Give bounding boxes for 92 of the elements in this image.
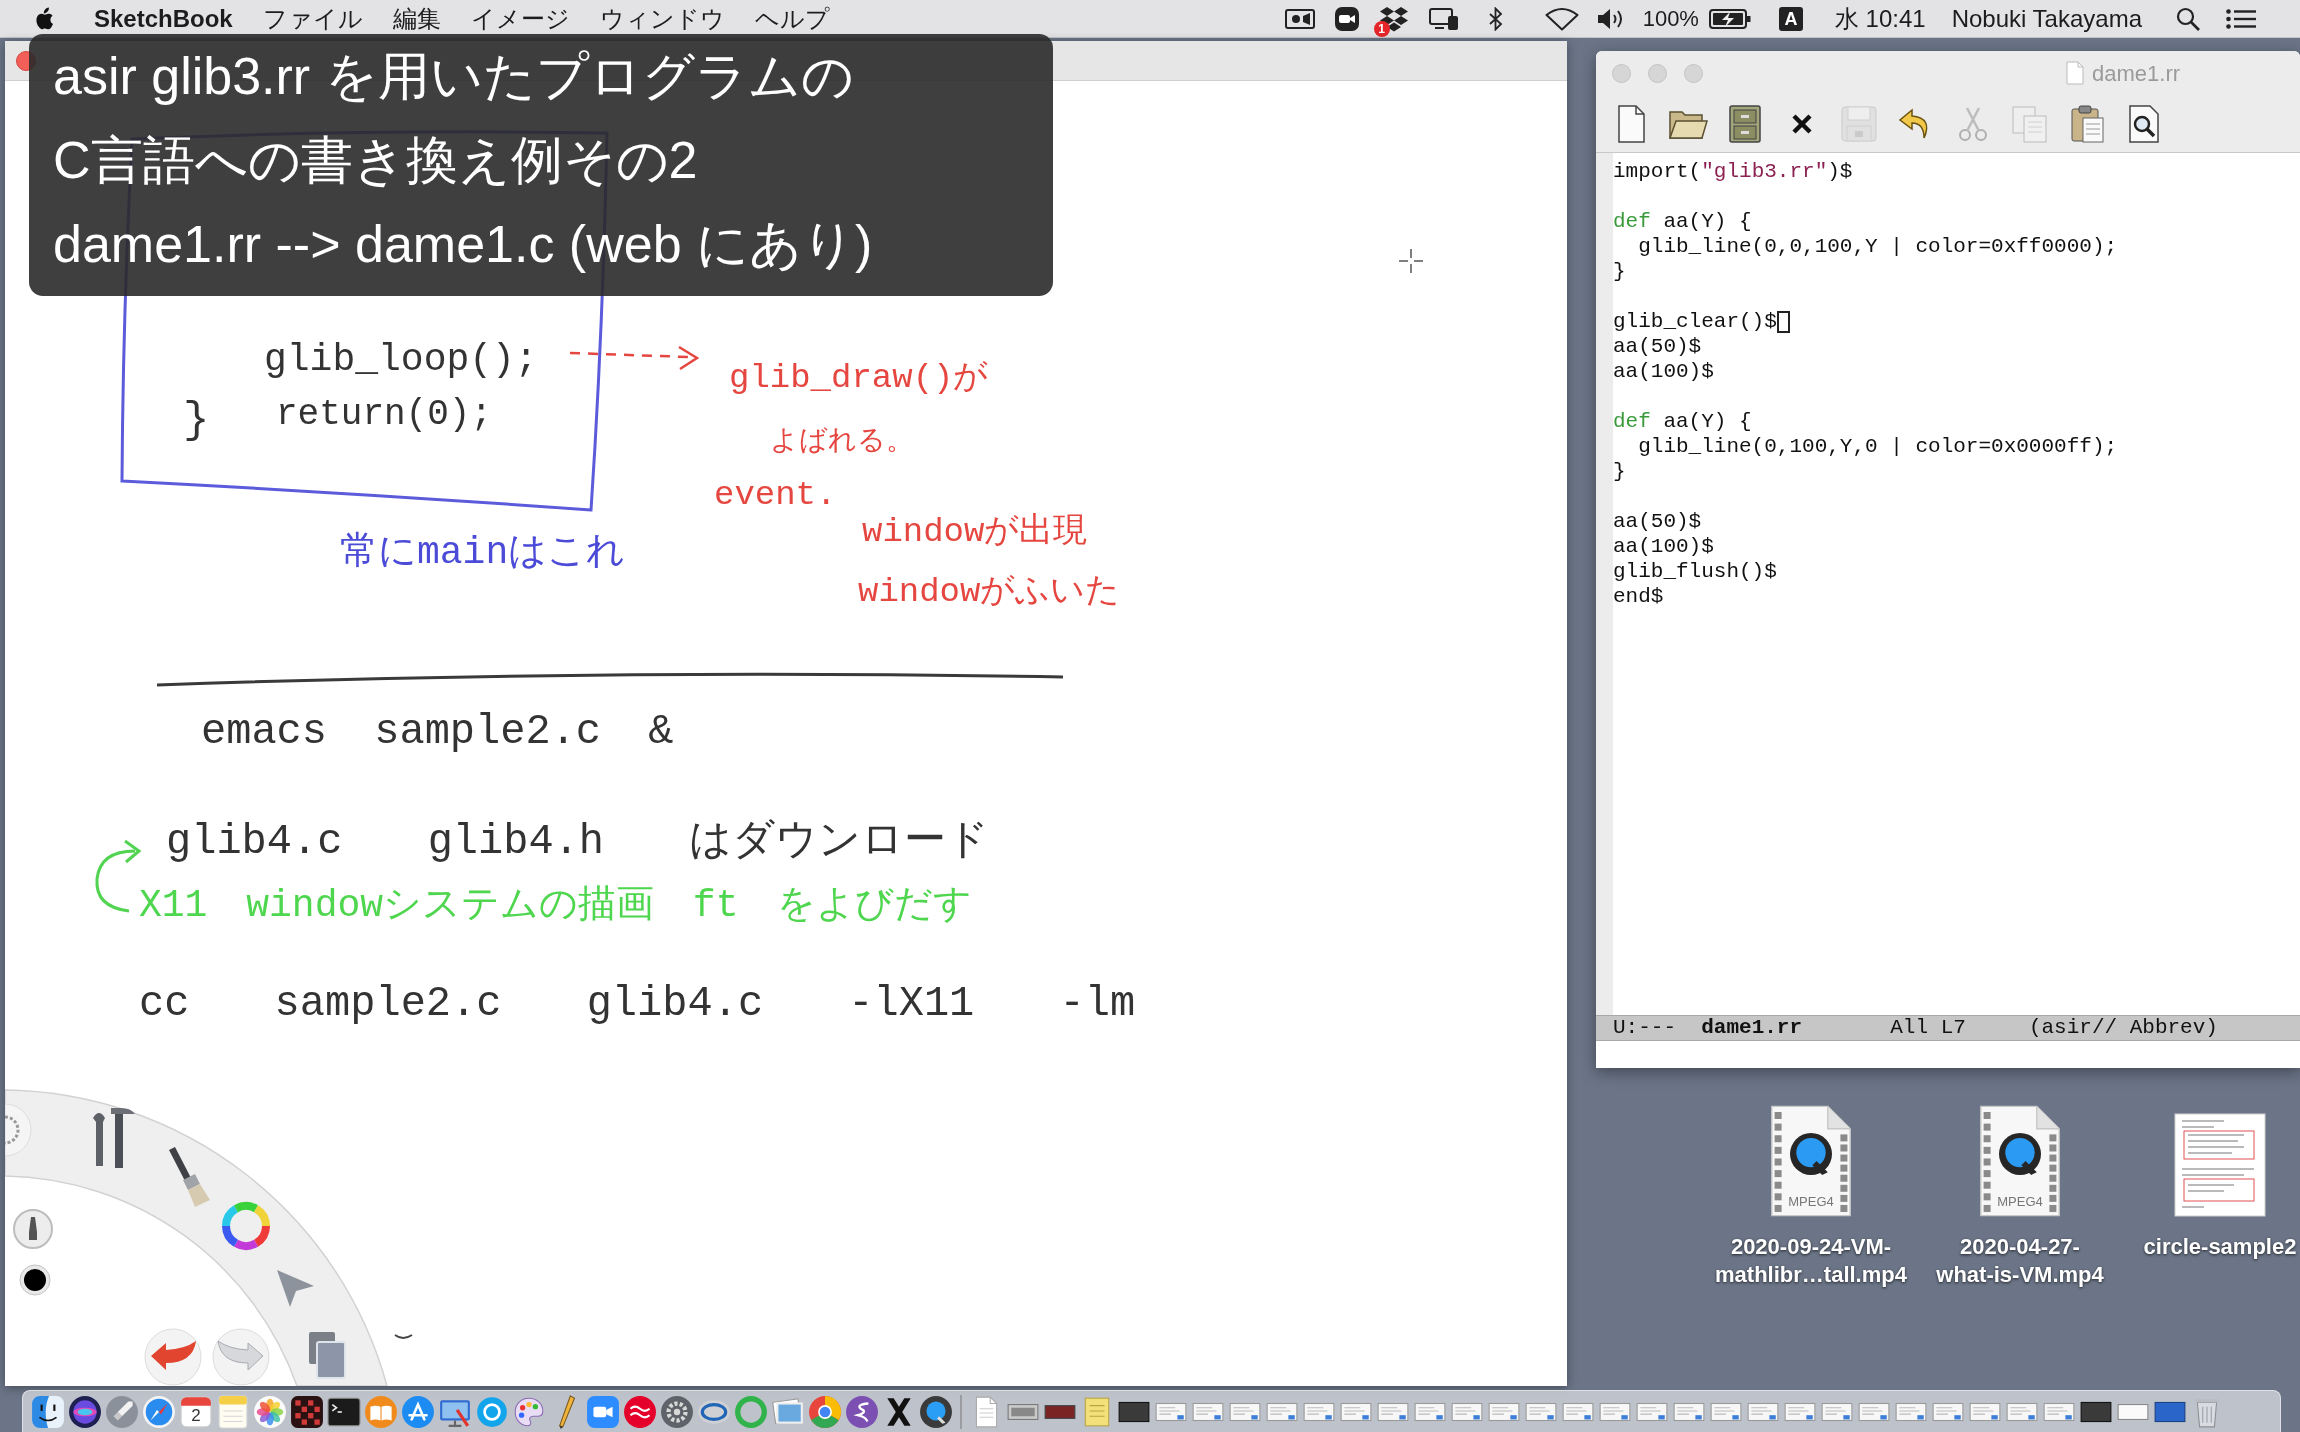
tools-icon[interactable]	[93, 1108, 135, 1168]
handwritten-note: windowが出現	[862, 512, 1088, 552]
layers-icon[interactable]	[309, 1332, 346, 1379]
code-line: glib_line(0,0,100,Y | color=0xff0000);	[1637, 234, 2118, 259]
file-type-label: MPEG4	[1997, 1195, 2043, 1209]
caption-line: C言語への書き換え例その2	[53, 130, 698, 191]
battery-percentage: 100%	[1642, 6, 1699, 31]
code-line: import("glib3.rr")$	[1613, 159, 1853, 184]
a-shape-icon[interactable]	[401, 1394, 435, 1429]
handwritten-note: glib_draw()が	[729, 358, 989, 398]
menu-item[interactable]: ヘルプ	[754, 6, 830, 31]
video-camera-icon[interactable]	[1334, 6, 1359, 31]
wifi-icon[interactable]	[1544, 6, 1579, 31]
window-title: dame1.rr	[2092, 59, 2181, 88]
calendar-icon[interactable]	[179, 1394, 213, 1429]
handwritten-note: X11 windowシステムの描画 ft をよびだす	[139, 884, 973, 928]
code-line: def aa(Y) {	[1613, 209, 1752, 234]
code-line: aa(100)$	[1613, 534, 1714, 559]
gear-icon[interactable]	[5, 1103, 32, 1157]
list-icon[interactable]	[2226, 8, 2256, 29]
minibuffer-field[interactable]	[1596, 1041, 2300, 1068]
undo-button[interactable]	[144, 1328, 202, 1386]
code-line: }	[1613, 459, 1626, 484]
search-icon[interactable]	[2176, 6, 2200, 31]
caption-line: asir glib3.rr を用いたプログラムの	[53, 46, 854, 107]
compass-icon[interactable]	[142, 1394, 176, 1429]
calendar-date: 2	[191, 1405, 201, 1426]
handwritten-note: }	[183, 395, 210, 445]
code-line: glib_flush()$	[1613, 559, 1777, 584]
brush-icon[interactable]	[169, 1147, 210, 1207]
color-wheel-icon[interactable]	[222, 1202, 270, 1250]
document-icon	[2066, 61, 2084, 85]
handwritten-note: 常にmainはこれ	[340, 531, 626, 575]
handwritten-note: windowがふいた	[858, 572, 1121, 612]
apple-icon[interactable]	[34, 6, 54, 31]
camera-icon[interactable]	[1284, 6, 1315, 31]
flower-icon[interactable]	[253, 1394, 287, 1429]
file-name-label: 2020-04-27- what-is-VM.mp4	[1936, 1233, 2104, 1289]
video-file-icon[interactable]	[1768, 1105, 1854, 1217]
gear-icon[interactable]	[660, 1394, 694, 1429]
code-line: aa(50)$	[1613, 334, 1702, 359]
redo-icon	[217, 1340, 264, 1371]
app-menu[interactable]: SketchBook	[94, 6, 233, 31]
caption-line: dame1.rr --> dame1.c (web にあり)	[53, 214, 873, 275]
handwritten-note: event.	[714, 475, 837, 515]
menu-item[interactable]: 編集	[392, 6, 441, 31]
battery-icon[interactable]	[1708, 7, 1751, 30]
ink-stroke	[394, 1334, 413, 1339]
code-line: aa(100)$	[1613, 359, 1714, 384]
bluetooth-icon[interactable]	[1488, 6, 1503, 31]
face-icon[interactable]	[31, 1394, 65, 1429]
handwritten-note: glib4.c glib4.h はダウンロード	[166, 818, 990, 866]
code-line: aa(50)$	[1613, 509, 1702, 534]
menu-item[interactable]: ウィンドウ	[599, 6, 725, 31]
crosshair-icon	[1398, 248, 1424, 274]
undo-icon	[151, 1341, 196, 1370]
handwritten-note: emacs sample2.c &	[201, 708, 674, 756]
waves-icon[interactable]	[623, 1394, 657, 1429]
orb-icon[interactable]	[68, 1394, 102, 1429]
video-file-icon[interactable]	[1977, 1105, 2063, 1217]
input-source-indicator[interactable]: A	[1778, 6, 1803, 31]
diamonds-icon[interactable]	[1378, 5, 1409, 32]
color-swatch-icon[interactable]	[19, 1264, 51, 1296]
user-name[interactable]: Nobuki Takayama	[1951, 6, 2142, 31]
handwritten-note: glib_loop();	[264, 338, 538, 382]
wheel-icon[interactable]	[808, 1394, 842, 1429]
pen-icon	[29, 1217, 37, 1240]
menu-item[interactable]: イメージ	[470, 6, 570, 31]
file-name-label: 2020-09-24-VM- mathlibr…tall.mp4	[1715, 1233, 1907, 1289]
menu-item[interactable]: ファイル	[262, 6, 363, 31]
grid-icon[interactable]	[290, 1394, 324, 1429]
pen-button[interactable]	[13, 1209, 53, 1249]
code-line: glib_line(0,100,Y,0 | color=0x0000ff);	[1637, 434, 2118, 459]
bubble-icon[interactable]	[475, 1394, 509, 1429]
code-line: }	[1613, 259, 1626, 284]
swirl-icon[interactable]	[845, 1394, 879, 1429]
volume-icon[interactable]	[1596, 6, 1625, 31]
handwritten-note: cc sample2.c glib4.c -lX11 -lm	[139, 980, 1136, 1028]
handwritten-note: return(0);	[276, 394, 493, 436]
file-name-label: circle-sample2	[2143, 1233, 2297, 1261]
handwritten-note: よばれる。	[770, 425, 914, 459]
notification-badge: 1	[1373, 20, 1390, 37]
lens-icon[interactable]	[919, 1394, 953, 1429]
document-thumbnail-icon[interactable]	[2174, 1113, 2266, 1217]
clock[interactable]: 水 10:41	[1834, 6, 1926, 31]
redo-button[interactable]	[212, 1328, 270, 1386]
pointer-icon[interactable]	[277, 1270, 314, 1307]
code-line: glib_clear()$	[1613, 309, 1777, 334]
display-icon[interactable]	[1428, 6, 1459, 31]
code-line: end$	[1613, 584, 1664, 609]
code-line: def aa(Y) {	[1613, 409, 1752, 434]
file-type-label: MPEG4	[1788, 1195, 1834, 1209]
